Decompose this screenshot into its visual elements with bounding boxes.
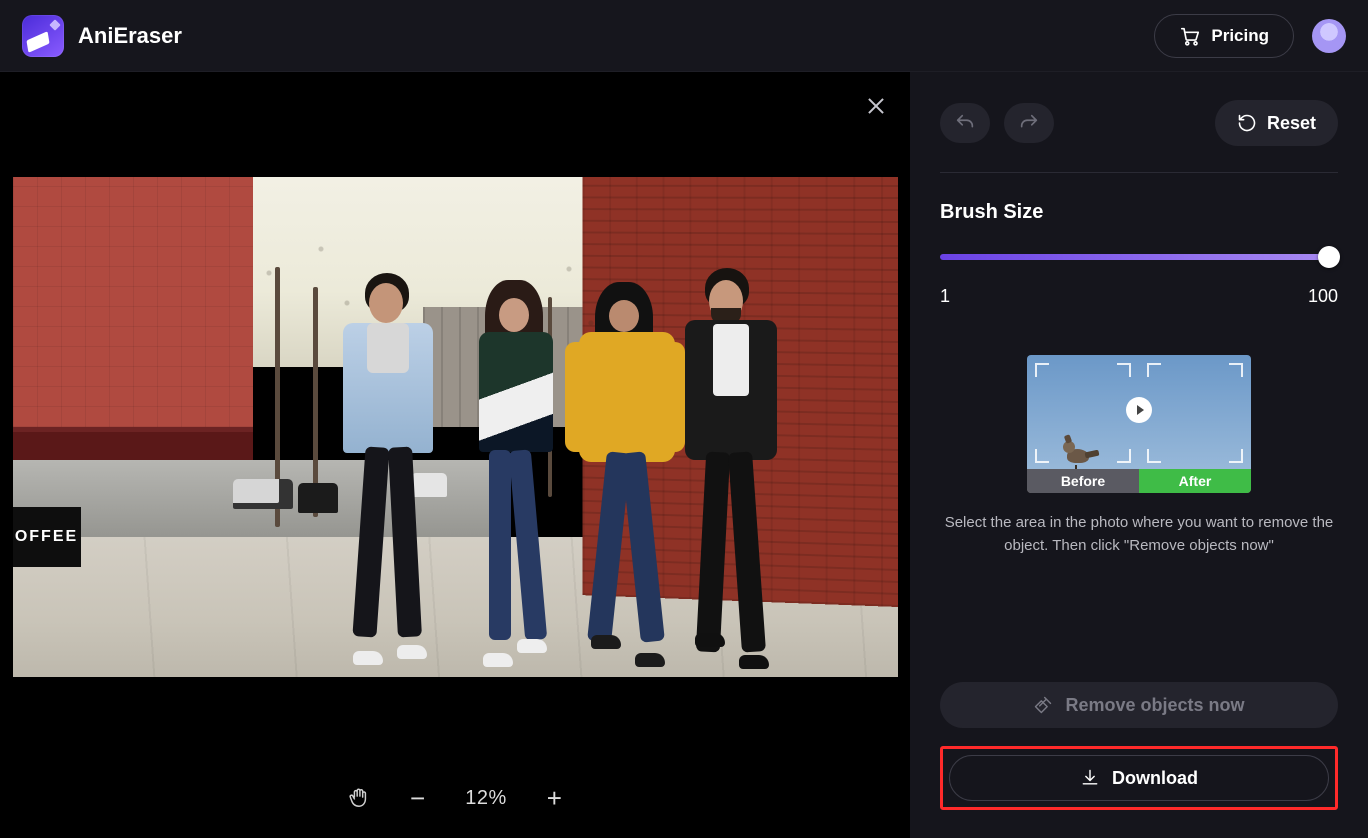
undo-button[interactable]	[940, 103, 990, 143]
redo-button[interactable]	[1004, 103, 1054, 143]
app-name: AniEraser	[78, 23, 182, 49]
brush-max: 100	[1308, 286, 1338, 307]
pan-hand-icon[interactable]	[348, 786, 370, 810]
zoom-bar: − 12% +	[12, 770, 898, 826]
coffee-sign-text: OFFEE	[13, 507, 81, 567]
reset-label: Reset	[1267, 113, 1316, 134]
zoom-out-button[interactable]: −	[410, 783, 425, 814]
divider	[940, 172, 1338, 173]
undo-icon	[954, 112, 976, 134]
photo-canvas[interactable]: OFFEE	[13, 177, 898, 677]
preview: Before After Select the area in the phot…	[940, 355, 1338, 558]
canvas-pane: OFFEE	[0, 72, 910, 838]
brush-min: 1	[940, 286, 950, 307]
reset-icon	[1237, 113, 1257, 133]
sidebar: Reset Brush Size 1 100 Before	[910, 72, 1368, 838]
preview-before-label: Before	[1027, 469, 1139, 493]
logo-icon	[22, 15, 64, 57]
brush-size-label: Brush Size	[940, 201, 1338, 224]
download-icon	[1080, 768, 1100, 788]
slider-thumb[interactable]	[1318, 246, 1340, 268]
help-text: Select the area in the photo where you w…	[940, 511, 1338, 558]
zoom-level: 12%	[465, 787, 507, 810]
logo[interactable]: AniEraser	[22, 15, 182, 57]
pricing-label: Pricing	[1211, 26, 1269, 46]
reset-button[interactable]: Reset	[1215, 100, 1338, 146]
zoom-in-button[interactable]: +	[547, 783, 562, 814]
remove-objects-label: Remove objects now	[1065, 695, 1244, 716]
arrow-right-icon	[1126, 397, 1152, 423]
remove-objects-button: Remove objects now	[940, 682, 1338, 728]
image-holder: OFFEE	[12, 84, 898, 770]
header: AniEraser Pricing	[0, 0, 1368, 72]
download-button[interactable]: Download	[949, 755, 1329, 801]
download-highlight-box: Download	[940, 746, 1338, 810]
close-icon[interactable]	[864, 94, 888, 118]
redo-icon	[1018, 112, 1040, 134]
cart-icon	[1179, 25, 1201, 47]
preview-after-label: After	[1139, 469, 1251, 493]
pricing-button[interactable]: Pricing	[1154, 14, 1294, 58]
avatar[interactable]	[1312, 19, 1346, 53]
download-label: Download	[1112, 768, 1198, 789]
broom-icon	[1033, 695, 1053, 715]
brush-size-slider[interactable]	[940, 246, 1338, 268]
